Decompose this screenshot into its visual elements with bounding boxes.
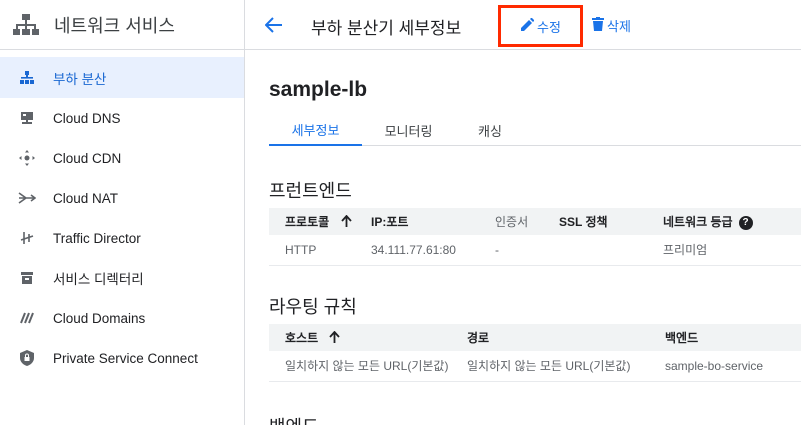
sort-arrow-up-icon[interactable] [340,214,352,230]
back-arrow-icon[interactable] [263,14,285,36]
load-balancer-name: sample-lb [269,78,368,101]
cell-ip-port: 34.111.77.61:80 [371,235,495,266]
cell-ssl-policy [559,235,663,266]
sidebar-item-label: Cloud NAT [53,190,119,206]
column-header-protocol[interactable]: 프로토콜 [269,208,371,235]
sidebar-item-label: Traffic Director [53,230,141,246]
sidebar-nav: 부하 분산 Cloud DNS Cloud CDN Cloud NAT Traf… [0,50,244,378]
edit-label: 수정 [537,19,561,35]
trash-icon [592,16,604,34]
backend-heading: 백엔드 [269,413,319,425]
nat-icon [0,190,53,206]
column-header-path: 경로 [467,324,665,351]
column-header-backend: 백엔드 [665,324,801,351]
sidebar-item-cloud-dns[interactable]: Cloud DNS [0,98,244,138]
page-title: 부하 분산기 세부정보 [311,19,462,38]
column-label: 호스트 [285,330,319,345]
service-directory-icon [0,271,53,285]
sidebar-item-cloud-domains[interactable]: Cloud Domains [0,298,244,338]
sidebar-title: 네트워크 서비스 [54,15,175,36]
table-row: HTTP 34.111.77.61:80 - 프리미엄 [269,235,801,266]
pencil-icon [520,17,535,35]
sidebar-item-label: Cloud Domains [53,310,146,326]
sidebar-item-cloud-nat[interactable]: Cloud NAT [0,178,244,218]
column-header-host[interactable]: 호스트 [269,324,467,351]
sidebar-item-service-directory[interactable]: 서비스 디렉터리 [0,258,244,298]
sidebar-item-label: 서비스 디렉터리 [53,272,144,287]
column-header-ssl-policy: SSL 정책 [559,208,663,235]
cell-protocol: HTTP [269,235,371,266]
delete-button[interactable]: 삭제 [592,14,631,36]
table-header-row: 호스트 경로 백엔드 [269,324,801,351]
load-balancer-icon [0,70,53,85]
tab-caching[interactable]: 캐싱 [455,114,525,146]
delete-label: 삭제 [607,18,631,34]
column-header-network-tier: 네트워크 등급? [663,208,801,235]
domains-icon [0,312,53,324]
traffic-director-icon [0,231,53,245]
sort-arrow-up-icon[interactable] [329,330,341,346]
dns-icon [0,111,53,125]
cell-certificate: - [495,235,559,266]
sidebar-item-label: 부하 분산 [53,71,107,87]
cell-backend: sample-bo-service [665,351,801,382]
cdn-icon [0,149,53,167]
sidebar-item-traffic-director[interactable]: Traffic Director [0,218,244,258]
sidebar-item-label: Cloud CDN [53,150,122,166]
routing-rules-heading: 라우팅 규칙 [269,297,357,317]
sidebar: 네트워크 서비스 부하 분산 Cloud DNS Cloud CDN Cloud… [0,0,245,425]
sidebar-item-private-service-connect[interactable]: Private Service Connect [0,338,244,378]
table-row: 일치하지 않는 모든 URL(기본값) 일치하지 않는 모든 URL(기본값) … [269,351,801,382]
column-header-certificate: 인증서 [495,208,559,235]
column-label: 네트워크 등급 [663,215,733,229]
edit-button[interactable]: 수정 [498,5,583,47]
tab-details[interactable]: 세부정보 [269,114,362,146]
frontend-heading: 프런트엔드 [269,181,352,201]
sidebar-item-label: Private Service Connect [53,350,198,366]
tab-bar: 세부정보 모니터링 캐싱 [269,114,801,146]
column-header-ip-port: IP:포트 [371,208,495,235]
network-services-icon [0,13,52,37]
frontend-table: 프로토콜 IP:포트 인증서 SSL 정책 네트워크 등급? HTTP 34.1… [269,208,801,266]
cell-path: 일치하지 않는 모든 URL(기본값) [467,351,665,382]
main-content: sample-lb 세부정보 모니터링 캐싱 프런트엔드 프로토콜 IP:포트 … [245,51,801,425]
cell-network-tier: 프리미엄 [663,235,801,266]
sidebar-item-label: Cloud DNS [53,110,121,126]
table-header-row: 프로토콜 IP:포트 인증서 SSL 정책 네트워크 등급? [269,208,801,235]
top-bar: 부하 분산기 세부정보 수정 삭제 [245,0,801,50]
tab-monitoring[interactable]: 모니터링 [362,114,455,146]
sidebar-item-cloud-cdn[interactable]: Cloud CDN [0,138,244,178]
column-label: 프로토콜 [285,214,330,229]
sidebar-item-load-balancing[interactable]: 부하 분산 [0,57,244,98]
cell-host: 일치하지 않는 모든 URL(기본값) [269,351,467,382]
shield-icon [0,350,53,366]
help-icon[interactable]: ? [738,215,753,230]
routing-rules-table: 호스트 경로 백엔드 일치하지 않는 모든 URL(기본값) 일치하지 않는 모… [269,324,801,382]
sidebar-header: 네트워크 서비스 [0,0,244,50]
